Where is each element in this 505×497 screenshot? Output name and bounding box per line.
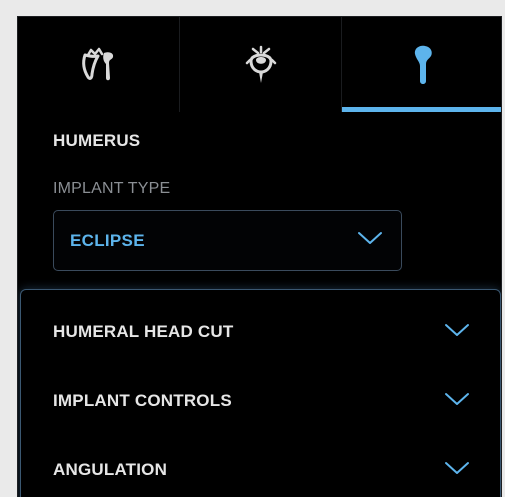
accordion-label: IMPLANT CONTROLS	[53, 391, 232, 410]
accordion-humeral-head-cut[interactable]: HUMERAL HEAD CUT	[21, 308, 500, 356]
settings-accordion: HUMERAL HEAD CUT IMPLANT CONTROLS ANGULA…	[20, 289, 501, 497]
chevron-down-icon	[444, 392, 470, 411]
implant-type-select[interactable]: ECLIPSE	[53, 210, 402, 271]
accordion-label: ANGULATION	[53, 460, 168, 479]
chevron-down-icon	[444, 461, 470, 480]
tab-indicator-active	[342, 107, 501, 112]
scapula-glenoid-icon	[79, 47, 119, 83]
accordion-label: HUMERAL HEAD CUT	[53, 322, 234, 341]
tab-scapula[interactable]	[18, 17, 179, 112]
accordion-implant-controls[interactable]: IMPLANT CONTROLS	[21, 377, 500, 425]
tab-indicator	[180, 107, 341, 112]
tab-glenoid[interactable]	[179, 17, 341, 112]
chevron-down-icon	[357, 231, 383, 250]
tab-indicator	[18, 107, 179, 112]
anatomy-tab-bar	[18, 17, 501, 112]
chevron-down-icon	[444, 323, 470, 342]
section-title: HUMERUS	[53, 131, 141, 150]
accordion-angulation[interactable]: ANGULATION	[21, 446, 500, 494]
implant-type-label: IMPLANT TYPE	[53, 180, 171, 197]
humerus-planning-panel: HUMERUS IMPLANT TYPE ECLIPSE HUMERAL HEA…	[17, 16, 502, 497]
implant-type-value: ECLIPSE	[70, 230, 145, 250]
glenoid-component-icon	[245, 45, 277, 85]
tab-humerus[interactable]	[341, 17, 501, 112]
humerus-icon	[411, 44, 435, 86]
